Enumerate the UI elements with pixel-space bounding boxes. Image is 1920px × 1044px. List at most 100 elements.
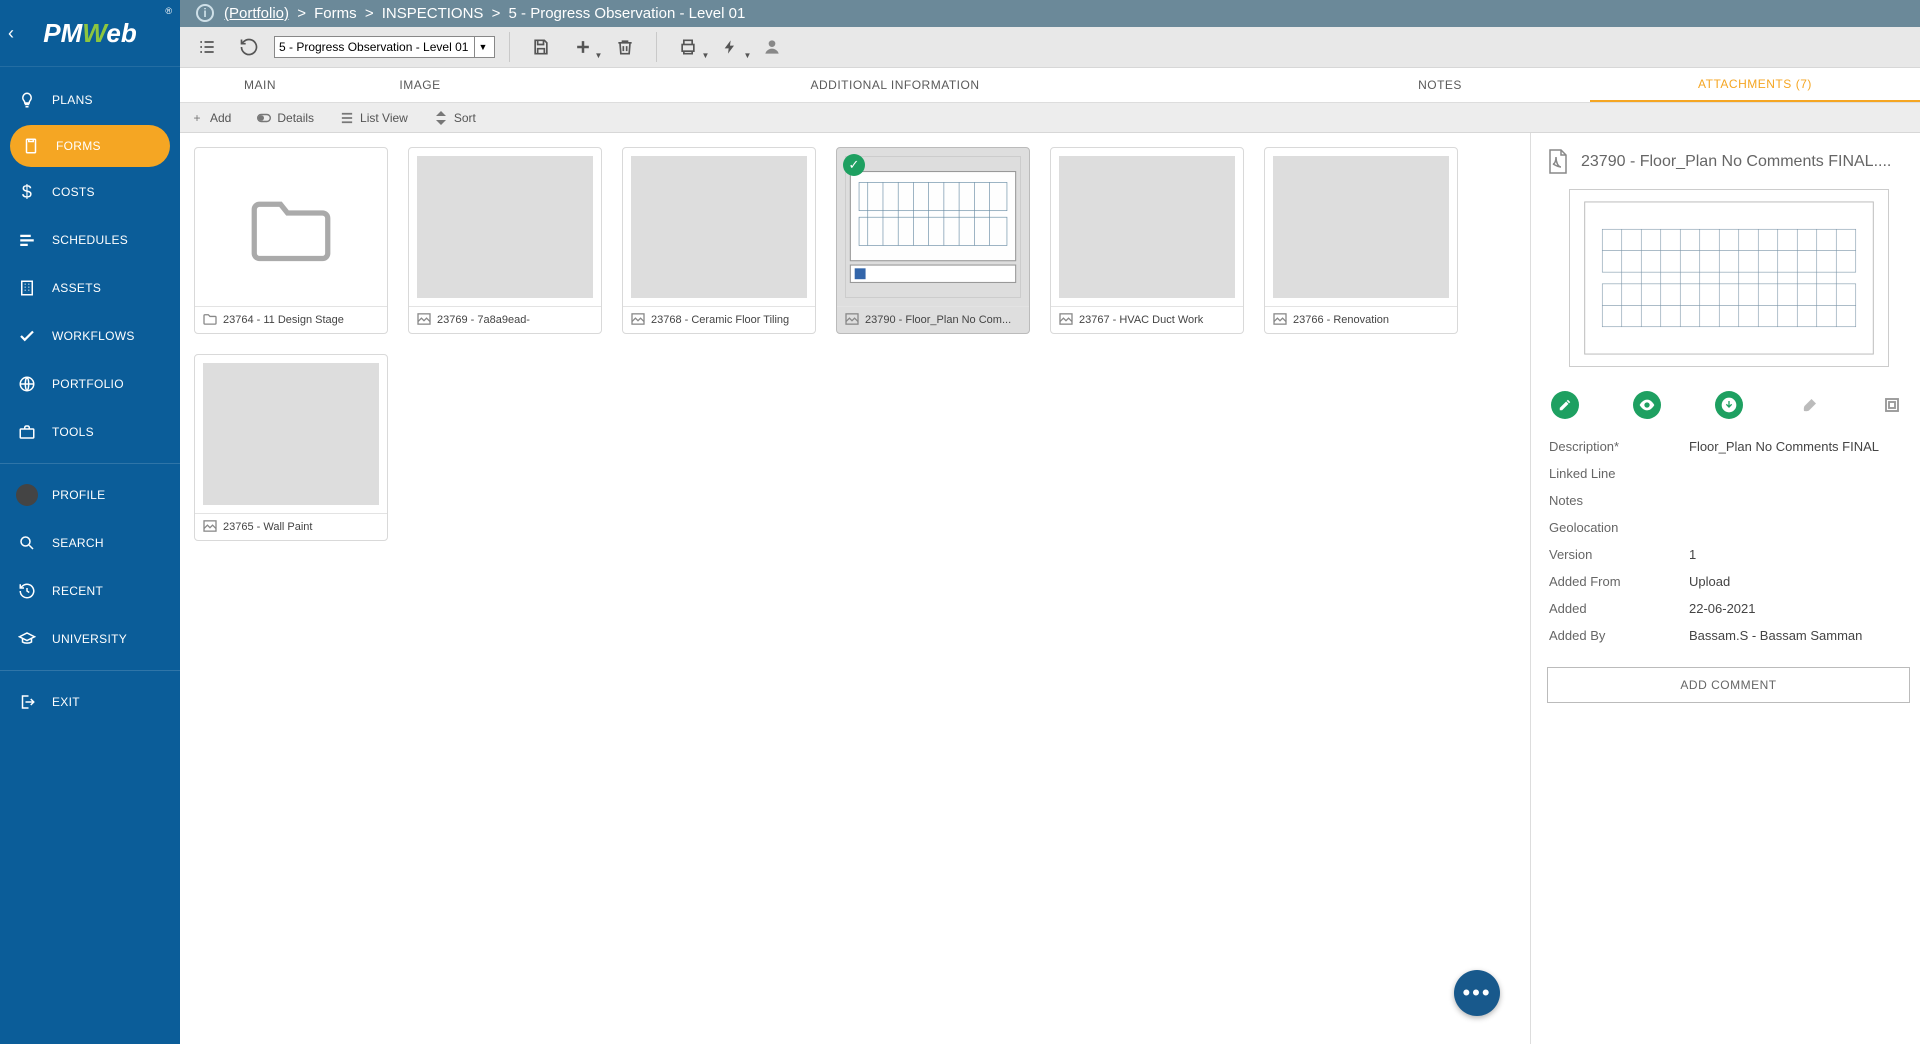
save-button[interactable] (524, 32, 558, 62)
attachment-card-selected[interactable]: ✓ (836, 147, 1030, 334)
sort-icon (434, 111, 448, 125)
sidebar-item-profile[interactable]: PROFILE (0, 472, 180, 518)
attachment-label: 23765 - Wall Paint (223, 521, 312, 533)
sidebar-item-forms[interactable]: FORMS (10, 125, 170, 167)
attachment-label: 23769 - 7a8a9ead- (437, 314, 530, 326)
sort-button[interactable]: Sort (434, 111, 476, 125)
attachment-label-row: 23790 - Floor_Plan No Com... (837, 306, 1029, 333)
sidebar-item-assets[interactable]: ASSETS (0, 265, 180, 311)
sidebar-item-recent[interactable]: RECENT (0, 568, 180, 614)
field-row: Added22-06-2021 (1547, 595, 1910, 622)
breadcrumb-record: 5 - Progress Observation - Level 01 (509, 5, 746, 22)
back-icon[interactable]: ‹ (8, 23, 14, 44)
attachment-details-panel: 23790 - Floor_Plan No Comments FINAL.... (1530, 133, 1920, 1044)
logo[interactable]: ‹ PMWeb ® (0, 0, 180, 67)
building-icon (16, 277, 38, 299)
sidebar-item-tools[interactable]: TOOLS (0, 409, 180, 455)
attachment-card[interactable]: 23765 - Wall Paint (194, 354, 388, 541)
top-bar: i (Portfolio) > Forms > INSPECTIONS > 5 … (0, 0, 1920, 27)
list-toggle-button[interactable] (190, 32, 224, 62)
delete-button[interactable] (608, 32, 642, 62)
workspace: 23764 - 11 Design Stage 23769 - 7a8a9ead… (180, 133, 1920, 1044)
attachment-thumb (195, 355, 387, 513)
brush-button[interactable] (1796, 391, 1824, 419)
history-button[interactable] (232, 32, 266, 62)
sidebar-item-workflows[interactable]: WORKFLOWS (0, 313, 180, 359)
attachment-label-row: 23769 - 7a8a9ead- (409, 306, 601, 333)
add-attachment-button[interactable]: + Add (190, 111, 231, 125)
user-button[interactable] (755, 32, 789, 62)
fab-more-button[interactable]: ••• (1454, 970, 1500, 1016)
sidebar-item-schedules[interactable]: SCHEDULES (0, 217, 180, 263)
attachment-card[interactable]: 23768 - Ceramic Floor Tiling (622, 147, 816, 334)
sidebar-item-search[interactable]: SEARCH (0, 520, 180, 566)
tab-notes[interactable]: NOTES (1290, 68, 1590, 102)
panel-action-row (1547, 391, 1910, 433)
list-view-button[interactable]: List View (340, 111, 408, 125)
attachment-label: 23764 - 11 Design Stage (223, 314, 344, 326)
exit-icon (16, 691, 38, 713)
panel-title: 23790 - Floor_Plan No Comments FINAL.... (1581, 153, 1910, 171)
tab-main[interactable]: MAIN (180, 68, 340, 102)
clipboard-icon (20, 135, 42, 157)
field-row: Linked Line (1547, 460, 1910, 487)
sub-label: Sort (454, 111, 476, 125)
attachment-card[interactable]: 23766 - Renovation (1264, 147, 1458, 334)
image-icon (417, 313, 431, 327)
breadcrumb-forms[interactable]: Forms (314, 5, 357, 22)
sidebar-item-portfolio[interactable]: PORTFOLIO (0, 361, 180, 407)
breadcrumb-inspections[interactable]: INSPECTIONS (382, 5, 484, 22)
chevron-down-icon: ▼ (474, 37, 490, 57)
folder-icon (246, 192, 336, 262)
field-row: Added FromUpload (1547, 568, 1910, 595)
sub-label: Add (210, 111, 231, 125)
check-icon (16, 325, 38, 347)
sidebar-item-university[interactable]: UNIVERSITY (0, 616, 180, 662)
breadcrumb-portfolio[interactable]: (Portfolio) (224, 5, 289, 22)
logo-text: PMWeb (43, 18, 136, 49)
history-icon (16, 580, 38, 602)
sub-label: Details (277, 111, 314, 125)
edit-button[interactable] (1551, 391, 1579, 419)
attachment-card[interactable]: 23764 - 11 Design Stage (194, 147, 388, 334)
action-button[interactable]: ▼ (713, 32, 747, 62)
sidebar-item-label: PROFILE (52, 488, 105, 502)
sidebar-item-plans[interactable]: PLANS (0, 77, 180, 123)
attachment-thumb (1051, 148, 1243, 306)
attachment-preview[interactable] (1569, 189, 1889, 367)
image-icon (1059, 313, 1073, 327)
main-toolbar: 5 - Progress Observation - Level 01 ▼ ▼ … (180, 27, 1920, 68)
crop-button[interactable] (1878, 391, 1906, 419)
attachment-thumb (623, 148, 815, 306)
download-button[interactable] (1715, 391, 1743, 419)
image-icon (1273, 313, 1287, 327)
view-button[interactable] (1633, 391, 1661, 419)
tab-attachments-count: (7) (1796, 77, 1812, 91)
chevron-down-icon: ▼ (702, 51, 710, 60)
folder-small-icon (203, 313, 217, 327)
add-button[interactable]: ▼ (566, 32, 600, 62)
tab-attachments[interactable]: ATTACHMENTS (7) (1590, 68, 1920, 102)
sidebar-item-exit[interactable]: EXIT (0, 679, 180, 725)
print-button[interactable]: ▼ (671, 32, 705, 62)
attachment-card[interactable]: 23767 - HVAC Duct Work (1050, 147, 1244, 334)
attachments-grid: 23764 - 11 Design Stage 23769 - 7a8a9ead… (180, 133, 1530, 1044)
record-selector[interactable]: 5 - Progress Observation - Level 01 ▼ (274, 36, 495, 58)
add-comment-button[interactable]: ADD COMMENT (1547, 667, 1910, 703)
briefcase-icon (16, 421, 38, 443)
check-badge-icon: ✓ (843, 154, 865, 176)
sidebar-item-label: FORMS (56, 139, 101, 153)
attachment-label-row: 23764 - 11 Design Stage (195, 306, 387, 333)
tab-attachments-label: ATTACHMENTS (1698, 77, 1792, 91)
details-toggle-button[interactable]: Details (257, 111, 314, 125)
tab-image[interactable]: IMAGE (340, 68, 500, 102)
tab-bar: MAIN IMAGE ADDITIONAL INFORMATION NOTES … (180, 68, 1920, 103)
attachment-card[interactable]: 23769 - 7a8a9ead- (408, 147, 602, 334)
sidebar-item-costs[interactable]: $ COSTS (0, 169, 180, 215)
info-icon[interactable]: i (196, 4, 214, 22)
attachment-label-row: 23767 - HVAC Duct Work (1051, 306, 1243, 333)
tab-additional-information[interactable]: ADDITIONAL INFORMATION (500, 68, 1290, 102)
sidebar: ‹ PMWeb ® PLANS FORMS $ COSTS (0, 27, 180, 1044)
attachments-toolbar: + Add Details List View Sort (180, 103, 1920, 133)
globe-icon (16, 373, 38, 395)
